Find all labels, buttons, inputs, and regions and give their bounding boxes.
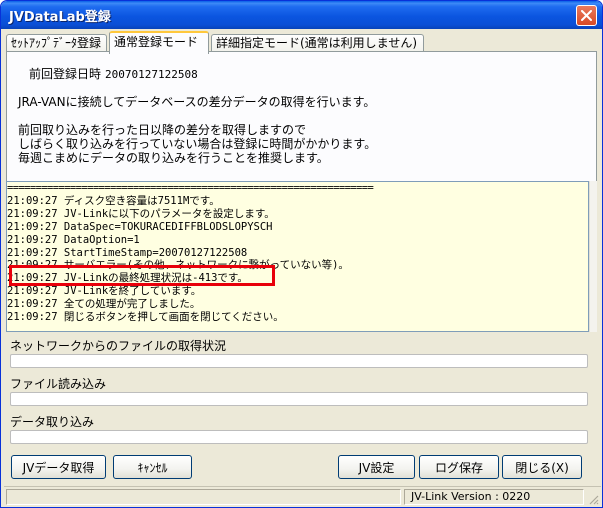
log-line: 21:09:27 サーバエラー(その他、ネットワークに繋がっていない等)。: [7, 259, 349, 272]
log-line: 21:09:27 ディスク空き容量は7511Mです。: [7, 194, 220, 207]
description-line: JRA-VANに接続してデータベースの差分データの取得を行います。: [18, 95, 376, 109]
last-registration: 前回登録日時 20070127122508: [29, 65, 198, 82]
window-title: JVDataLab登録: [9, 10, 111, 25]
log-line: 21:09:27 全ての処理が完了しました。: [7, 298, 201, 311]
description: JRA-VANに接続してデータベースの差分データの取得を行います。 前回取り込み…: [18, 95, 376, 165]
cancel-button[interactable]: ｷｬﾝｾﾙ: [113, 455, 192, 479]
jv-settings-button[interactable]: JV設定: [338, 455, 415, 479]
log-line-highlighted: 21:09:27 JV-Linkの最終処理状況は-413です。: [7, 272, 248, 285]
jv-data-get-button[interactable]: JVデータ取得: [11, 455, 106, 479]
log-separator: ========================================…: [7, 182, 374, 194]
status-pane-main: [6, 489, 401, 505]
log-line: 21:09:27 DataSpec=TOKURACEDIFFBLODSLOPYS…: [7, 220, 273, 233]
tab-label: ｾｯﾄｱｯﾌﾟﾃﾞｰﾀ登録: [11, 36, 102, 50]
log-line: 21:09:27 StartTimeStamp=20070127122508: [7, 246, 248, 259]
resize-grip-icon[interactable]: [587, 493, 599, 505]
tab-normal-mode[interactable]: 通常登録モード: [109, 31, 209, 54]
log-line: 21:09:27 DataOption=1: [7, 233, 140, 246]
description-line: しばらく取り込みを行っていない場合は登録に時間がかかります。: [18, 137, 377, 151]
file-read-progress-bar: [10, 392, 588, 406]
import-progress-bar: [10, 430, 588, 444]
log-scrollbar[interactable]: [589, 181, 597, 332]
dialog-content: ｾｯﾄｱｯﾌﾟﾃﾞｰﾀ登録 通常登録モード 詳細指定モード(通常は利用しません)…: [4, 29, 601, 506]
network-progress-bar: [10, 354, 588, 368]
tab-label: 詳細指定モード(通常は利用しません): [216, 36, 418, 50]
window-close-button[interactable]: [576, 5, 597, 26]
app-window: JVDataLab登録 ｾｯﾄｱｯﾌﾟﾃﾞｰﾀ登録 通常登録モード 詳細指定モー…: [0, 0, 603, 508]
save-log-button[interactable]: ログ保存: [419, 455, 499, 479]
log-textbox[interactable]: ========================================…: [6, 181, 589, 332]
log-line: 21:09:27 JV-Linkに以下のパラメータを設定します。: [7, 207, 275, 220]
log-line: 21:09:27 閉じるボタンを押して画面を閉じてください。: [7, 311, 284, 324]
network-progress-label: ネットワークからのファイルの取得状況: [10, 339, 227, 353]
status-bar: JV-Link Version : 0220: [4, 486, 601, 506]
last-registration-label: 前回登録日時: [29, 67, 102, 81]
import-progress-label: データ取り込み: [10, 415, 95, 429]
tab-label: 通常登録モード: [114, 35, 199, 49]
tab-strip: ｾｯﾄｱｯﾌﾟﾃﾞｰﾀ登録 通常登録モード 詳細指定モード(通常は利用しません): [6, 31, 596, 54]
file-read-progress-label: ファイル読み込み: [10, 377, 107, 391]
title-bar[interactable]: JVDataLab登録: [1, 1, 602, 29]
status-pane-version: JV-Link Version : 0220: [404, 489, 584, 505]
last-registration-value: 20070127122508: [105, 68, 198, 81]
close-icon: [581, 10, 592, 21]
tab-panel-normal: 前回登録日時 20070127122508 JRA-VANに接続してデータベースの…: [6, 51, 597, 199]
log-line: 21:09:27 JV-Linkを終了しています。: [7, 285, 202, 298]
description-line: 前回取り込みを行った日以降の差分を取得しますので: [18, 123, 307, 137]
close-button[interactable]: 閉じる(X): [502, 455, 582, 479]
description-line: 毎週こまめにデータの取り込みを行うことを推奨します。: [18, 151, 329, 165]
